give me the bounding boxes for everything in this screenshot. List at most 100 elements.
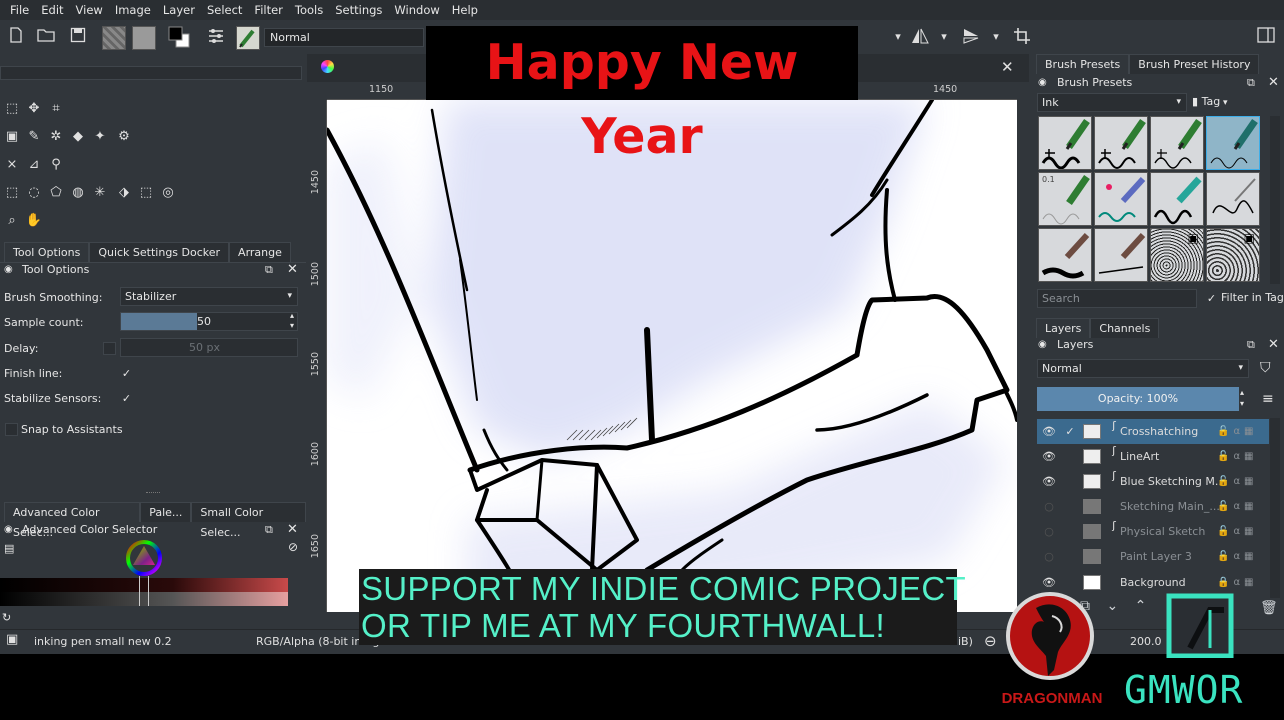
menu-help[interactable]: Help bbox=[446, 3, 484, 17]
layers-scrollbar[interactable] bbox=[1270, 418, 1280, 598]
eye-hidden-icon[interactable]: ○ bbox=[1042, 544, 1056, 569]
menu-icon[interactable]: ≡ bbox=[1262, 390, 1274, 408]
tab-channels[interactable]: Channels bbox=[1090, 318, 1160, 338]
fill-bucket-icon[interactable]: ◆ bbox=[69, 128, 87, 146]
tab-brush-presets[interactable]: Brush Presets bbox=[1036, 54, 1130, 74]
spinner-arrows-icon[interactable]: ▴ ▾ bbox=[290, 311, 294, 331]
colorize-icon[interactable]: ✲ bbox=[47, 128, 65, 146]
brush-smoothing-select[interactable]: Stabilizer ▾ bbox=[120, 287, 298, 306]
save-icon[interactable] bbox=[68, 27, 88, 47]
brush-preset-cell[interactable] bbox=[1094, 228, 1148, 282]
tab-advanced-color-selector[interactable]: Advanced Color Selec... bbox=[4, 502, 141, 539]
current-brush-preset[interactable] bbox=[236, 26, 260, 50]
tab-quick-settings[interactable]: Quick Settings Docker bbox=[89, 242, 230, 262]
close-icon[interactable]: ✕ bbox=[1268, 74, 1279, 92]
reset-icon[interactable]: ⊘ bbox=[288, 538, 298, 556]
rect-select-icon[interactable]: ⬚ bbox=[3, 184, 21, 202]
select-shapes-icon[interactable]: ⬚ bbox=[3, 100, 21, 118]
opacity-slider[interactable]: Opacity: 100% bbox=[1037, 387, 1239, 411]
float-docker-icon[interactable]: ⧉ bbox=[1247, 336, 1255, 354]
layer-row[interactable]: 👁 ʃ Blue Sketching M... 🔓α▦ bbox=[1037, 469, 1269, 494]
chevron-down-icon[interactable]: ▾ bbox=[986, 27, 1006, 47]
gradient-swatch[interactable] bbox=[102, 26, 126, 50]
layer-row[interactable]: ○ ʃ Physical Sketch 🔓α▦ bbox=[1037, 519, 1269, 544]
color-wheel[interactable] bbox=[126, 540, 162, 576]
eye-icon[interactable]: 👁 bbox=[1042, 469, 1056, 494]
refresh-icon[interactable]: ↻ bbox=[2, 609, 11, 627]
menu-layer[interactable]: Layer bbox=[157, 3, 201, 17]
layer-row[interactable]: 👁 ʃ LineArt 🔓α▦ bbox=[1037, 444, 1269, 469]
layer-lock-alpha-icons[interactable]: 🔓α▦ bbox=[1217, 494, 1258, 519]
reference-icon[interactable]: ⚲ bbox=[47, 156, 65, 174]
bezier-select-icon[interactable]: ⬚ bbox=[137, 184, 155, 202]
close-icon[interactable]: ✕ bbox=[287, 261, 298, 279]
assistant-icon[interactable]: ⨯ bbox=[3, 156, 21, 174]
ellipse-select-icon[interactable]: ◌ bbox=[25, 184, 43, 202]
eyedropper-icon[interactable]: ✎ bbox=[25, 128, 43, 146]
eye-icon[interactable]: 👁 bbox=[1042, 419, 1056, 444]
float-docker-icon[interactable]: ⧉ bbox=[1247, 74, 1255, 92]
lock-icon[interactable]: ◉ bbox=[4, 261, 13, 279]
tab-brush-preset-history[interactable]: Brush Preset History bbox=[1129, 54, 1260, 74]
menu-edit[interactable]: Edit bbox=[35, 3, 69, 17]
checkmark-icon[interactable]: ✓ bbox=[1063, 419, 1077, 444]
layer-lock-alpha-icons[interactable]: 🔓α▦ bbox=[1217, 519, 1258, 544]
wrap-around-icon[interactable] bbox=[1012, 27, 1032, 47]
chevron-down-icon[interactable]: ⌄ bbox=[1106, 598, 1118, 614]
tab-arrange[interactable]: Arrange bbox=[229, 242, 291, 262]
close-icon[interactable]: ✕ bbox=[1268, 336, 1279, 354]
menu-file[interactable]: File bbox=[4, 3, 35, 17]
brush-preset-cell[interactable]: 0.1 bbox=[1038, 172, 1092, 226]
tab-palette[interactable]: Pale... bbox=[140, 502, 192, 522]
tab-layers[interactable]: Layers bbox=[1036, 318, 1091, 338]
eye-icon[interactable]: 👁 bbox=[1042, 444, 1056, 469]
layer-row[interactable]: ○ Sketching Main_... 🔓α▦ bbox=[1037, 494, 1269, 519]
menu-select[interactable]: Select bbox=[201, 3, 248, 17]
brush-preset-cell[interactable] bbox=[1094, 116, 1148, 170]
brush-preset-cell[interactable]: ▣ bbox=[1150, 228, 1204, 282]
chevron-down-icon[interactable]: ▾ bbox=[934, 27, 954, 47]
eye-hidden-icon[interactable]: ○ bbox=[1042, 519, 1056, 544]
mirror-horizontal-icon[interactable] bbox=[910, 27, 930, 47]
finish-line-checkbox[interactable]: ✓ bbox=[120, 367, 133, 380]
similar-select-icon[interactable]: ⬗ bbox=[115, 184, 133, 202]
close-icon[interactable]: ✕ bbox=[1001, 58, 1014, 76]
stabilize-sensors-checkbox[interactable]: ✓ bbox=[120, 392, 133, 405]
brush-scrollbar[interactable] bbox=[1270, 116, 1280, 284]
lock-icon[interactable]: ◉ bbox=[4, 521, 13, 539]
layer-row[interactable]: 👁 ✓ ʃ Crosshatching 🔓α▦ bbox=[1037, 419, 1269, 444]
splitter-handle[interactable] bbox=[146, 492, 160, 495]
move-icon[interactable]: ✥ bbox=[25, 100, 43, 118]
drawing-canvas[interactable] bbox=[327, 100, 1017, 612]
fg-bg-color-icon[interactable] bbox=[166, 24, 192, 50]
brush-preset-cell[interactable] bbox=[1150, 116, 1204, 170]
crop-icon[interactable]: ⌗ bbox=[47, 100, 65, 118]
open-folder-icon[interactable] bbox=[36, 27, 56, 47]
layer-row[interactable]: ○ Paint Layer 3 🔓α▦ bbox=[1037, 544, 1269, 569]
brush-preset-cell[interactable] bbox=[1094, 172, 1148, 226]
brush-preset-cell[interactable] bbox=[1038, 228, 1092, 282]
delay-checkbox[interactable] bbox=[103, 342, 116, 355]
gradient-icon[interactable]: ▣ bbox=[3, 128, 21, 146]
layer-lock-alpha-icons[interactable]: 🔓α▦ bbox=[1217, 469, 1258, 494]
menu-window[interactable]: Window bbox=[388, 3, 445, 17]
spinner-arrows-icon[interactable]: ▴ ▾ bbox=[1240, 387, 1244, 408]
snap-checkbox[interactable] bbox=[5, 423, 18, 436]
freehand-select-icon[interactable]: ◍ bbox=[69, 184, 87, 202]
filter-icon[interactable]: ⛉ bbox=[1260, 359, 1271, 377]
layer-lock-alpha-icons[interactable]: 🔓α▦ bbox=[1217, 544, 1258, 569]
measure-icon[interactable]: ⊿ bbox=[25, 156, 43, 174]
brush-preset-cell-selected[interactable] bbox=[1206, 116, 1260, 170]
zoom-slider-handle[interactable]: ⊖ bbox=[984, 632, 997, 650]
brush-preset-cell[interactable] bbox=[1206, 172, 1260, 226]
eye-hidden-icon[interactable]: ○ bbox=[1042, 494, 1056, 519]
lock-icon[interactable]: ◉ bbox=[1038, 74, 1047, 92]
smart-patch-icon[interactable]: ✦ bbox=[91, 128, 109, 146]
float-docker-icon[interactable]: ⧉ bbox=[265, 521, 273, 539]
tag-button[interactable]: ▮ Tag ▾ bbox=[1192, 93, 1228, 111]
new-document-icon[interactable] bbox=[6, 27, 26, 47]
tab-tool-options[interactable]: Tool Options bbox=[4, 242, 90, 262]
brush-settings-icon[interactable] bbox=[206, 27, 226, 47]
pattern-edit-icon[interactable]: ⚙ bbox=[115, 128, 133, 146]
menu-settings[interactable]: Settings bbox=[329, 3, 388, 17]
